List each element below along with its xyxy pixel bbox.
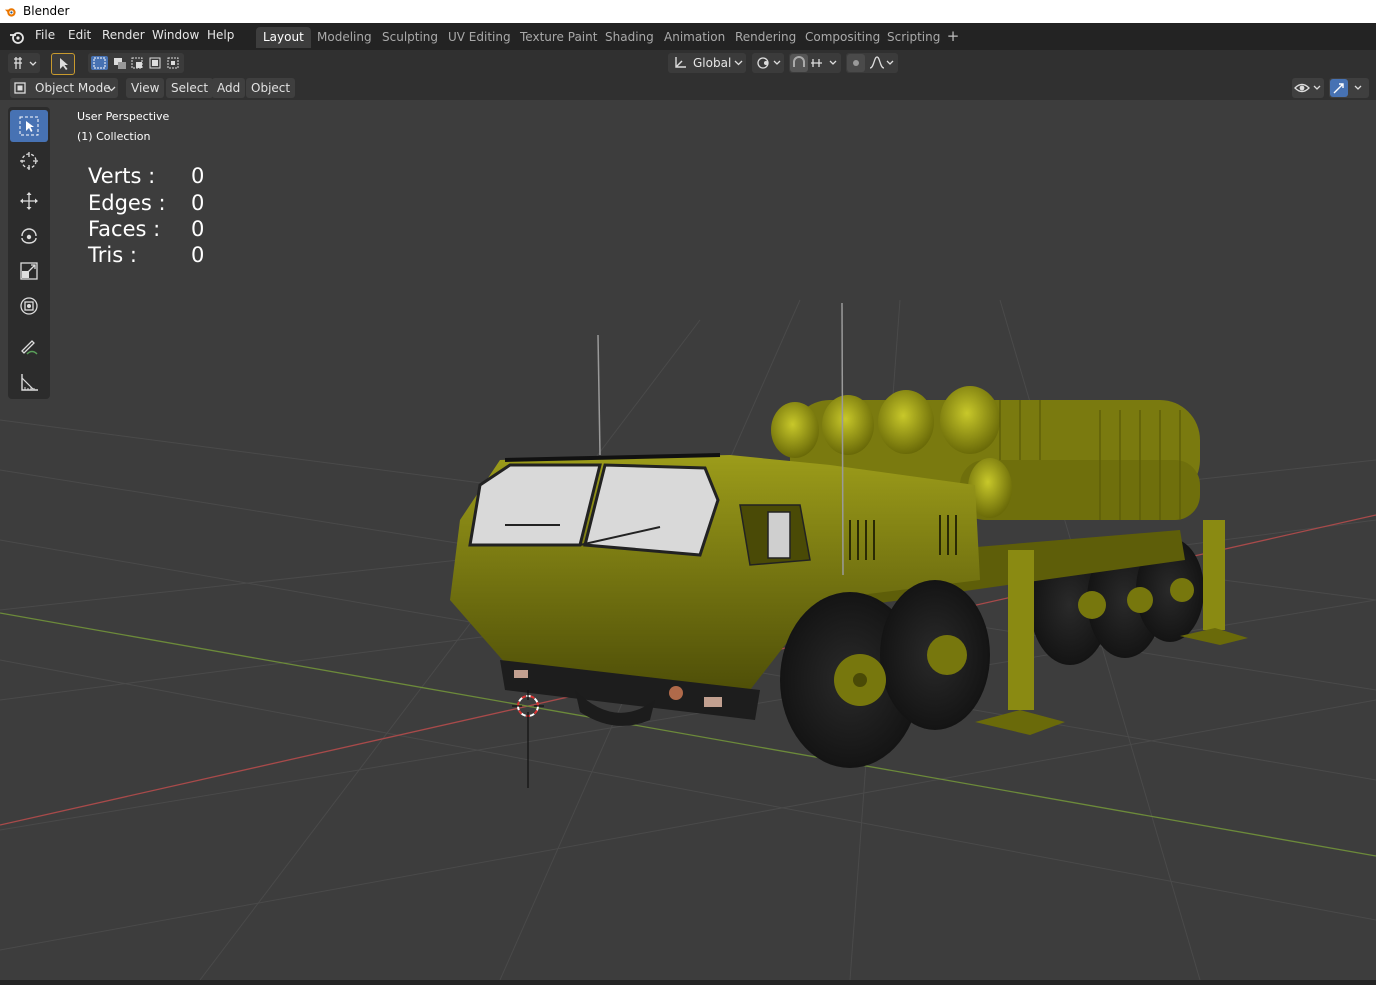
gizmo-toggle[interactable] — [1329, 78, 1369, 98]
tool-shelf — [8, 107, 50, 399]
stats-faces-label: Faces : — [88, 217, 161, 241]
gizmo-icon — [1330, 79, 1362, 97]
collection-label: (1) Collection — [77, 130, 151, 143]
mode-label: Object Mode — [35, 81, 111, 95]
tool-transform[interactable] — [10, 290, 48, 322]
eye-icon — [1294, 83, 1321, 93]
menu-object[interactable]: Object — [246, 78, 296, 98]
stats-edges-label: Edges : — [88, 191, 166, 215]
viewport-header: Object Mode View Select Add Object — [0, 76, 1376, 100]
proportional-editing-group[interactable] — [846, 53, 898, 73]
add-workspace-button[interactable]: + — [945, 28, 961, 46]
chevron-down-icon — [734, 60, 743, 66]
menu-select[interactable]: Select — [166, 78, 214, 98]
snap-magnet-icon — [790, 54, 837, 72]
object-mode-dropdown[interactable]: Object Mode — [10, 78, 118, 98]
menu-render[interactable]: Render — [102, 28, 145, 42]
visibility-dropdown[interactable] — [1292, 78, 1324, 98]
top-menubar: File Edit Render Window Help Layout Mode… — [0, 23, 1376, 50]
window-title: Blender — [23, 4, 70, 18]
pivot-icon — [757, 57, 781, 69]
tab-scripting[interactable]: Scripting — [880, 27, 947, 48]
cursor-arrow-icon — [60, 58, 68, 70]
proportional-edit-icon — [847, 54, 894, 72]
blender-logo-icon — [4, 8, 16, 17]
menu-window[interactable]: Window — [152, 28, 199, 42]
select-box-tool-button[interactable] — [51, 53, 75, 75]
stats-verts-value: 0 — [191, 164, 205, 188]
tab-shading[interactable]: Shading — [598, 27, 661, 48]
tab-sculpting[interactable]: Sculpting — [375, 27, 445, 48]
pivot-point-dropdown[interactable] — [752, 53, 784, 73]
tab-modeling[interactable]: Modeling — [310, 27, 379, 48]
tab-animation[interactable]: Animation — [657, 27, 732, 48]
rotate-icon — [21, 228, 37, 244]
window-titlebar: Blender — [0, 0, 1376, 23]
stats-tris-label: Tris : — [88, 243, 137, 267]
menu-help[interactable]: Help — [207, 28, 234, 42]
stats-verts-label: Verts : — [88, 164, 156, 188]
crosshair-cursor-icon — [20, 152, 38, 170]
tab-layout[interactable]: Layout — [256, 27, 311, 48]
menu-view[interactable]: View — [126, 78, 165, 98]
blender-menu-icon[interactable] — [9, 29, 25, 45]
stats-edges-value: 0 — [191, 191, 205, 215]
tool-scale[interactable] — [10, 255, 48, 287]
orientation-axis-icon — [675, 57, 686, 68]
tab-uv-editing[interactable]: UV Editing — [441, 27, 518, 48]
viewport-scene[interactable] — [0, 100, 1376, 980]
ruler-icon — [21, 374, 38, 391]
chevron-down-icon — [107, 86, 116, 92]
select-box-icon — [19, 116, 39, 136]
snapping-group[interactable] — [789, 53, 841, 73]
object-mode-icon — [14, 82, 26, 94]
status-bar — [0, 980, 1376, 985]
antenna-right — [841, 302, 844, 576]
selection-mode-icons[interactable] — [88, 53, 184, 73]
transform-orientation-dropdown[interactable]: Global — [668, 53, 746, 73]
move-arrows-icon — [20, 192, 38, 210]
editor-type-button[interactable] — [8, 53, 40, 73]
tab-compositing[interactable]: Compositing — [798, 27, 887, 48]
pencil-icon — [21, 340, 38, 355]
tool-annotate[interactable] — [10, 331, 48, 363]
tool-move[interactable] — [10, 185, 48, 217]
scale-icon — [20, 262, 38, 280]
view-perspective-label: User Perspective — [77, 110, 170, 123]
menu-edit[interactable]: Edit — [68, 28, 91, 42]
tool-measure[interactable] — [10, 366, 48, 398]
orientation-value: Global — [693, 56, 732, 70]
tool-rotate[interactable] — [10, 220, 48, 252]
menu-file[interactable]: File — [35, 28, 55, 42]
selection-mode-group — [88, 53, 184, 73]
transform-icon — [20, 297, 38, 315]
tool-cursor[interactable] — [10, 145, 48, 177]
tool-select-box[interactable] — [10, 110, 48, 142]
tab-texture-paint[interactable]: Texture Paint — [513, 27, 604, 48]
tab-rendering[interactable]: Rendering — [728, 27, 803, 48]
menu-add[interactable]: Add — [212, 78, 246, 98]
stats-faces-value: 0 — [191, 217, 205, 241]
tool-header: Global — [0, 50, 1376, 76]
3d-viewport[interactable] — [0, 100, 1376, 980]
antenna-left — [597, 334, 601, 456]
editor-type-icon — [14, 57, 37, 69]
stats-tris-value: 0 — [191, 243, 205, 267]
